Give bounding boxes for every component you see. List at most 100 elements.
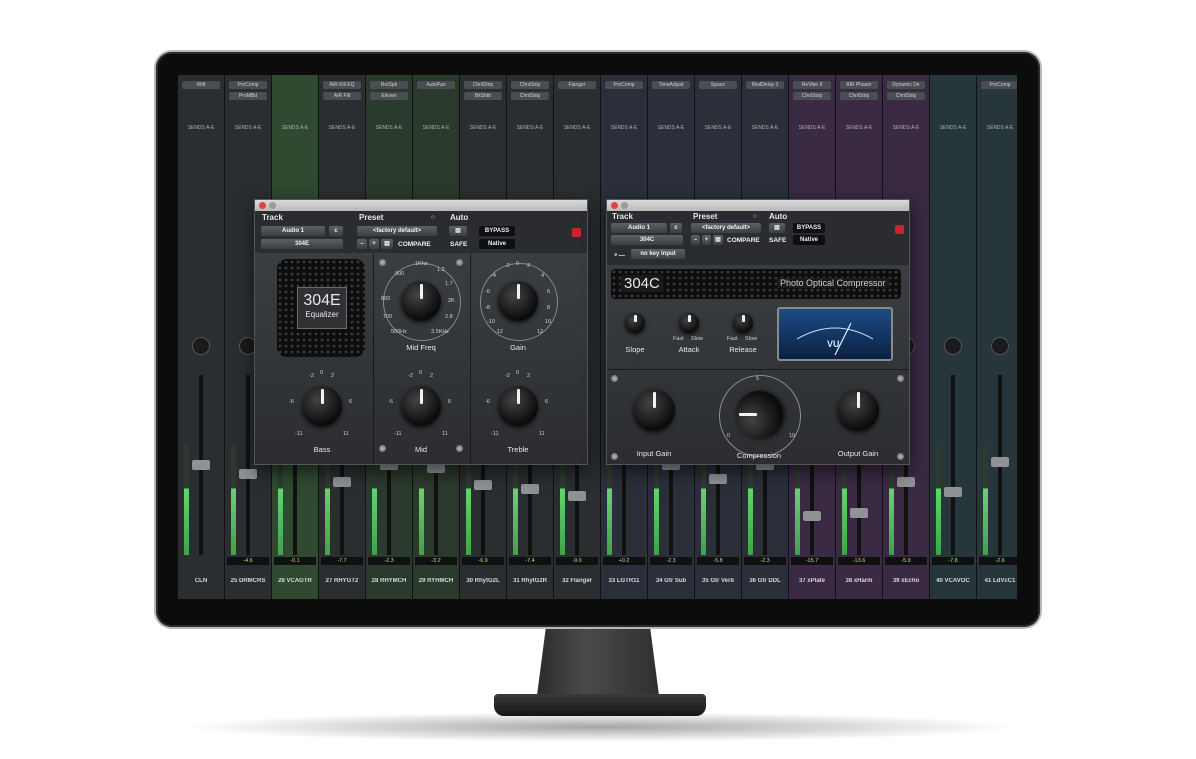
treble-knob[interactable] — [498, 386, 538, 426]
comp-titlebar[interactable] — [607, 200, 909, 211]
preset-plus-button[interactable]: + — [369, 239, 379, 249]
slope-knob[interactable] — [625, 313, 645, 333]
track-selector[interactable]: Audio 1 — [261, 226, 325, 236]
minimize-icon[interactable] — [621, 202, 628, 209]
insert-slot[interactable]: TimeAdjust — [652, 81, 690, 89]
compare-button[interactable]: COMPARE — [727, 237, 760, 244]
track-name[interactable]: 34 Gtr Sub — [649, 578, 693, 584]
preset-minus-button[interactable]: – — [357, 239, 367, 249]
insert-slot[interactable]: BitShttr — [464, 92, 502, 100]
track-name[interactable]: 35 Gtr Verb — [696, 578, 740, 584]
track-name[interactable]: 31 RhytG2R — [508, 578, 552, 584]
track-name[interactable]: 36 Gtr DDL — [743, 578, 787, 584]
insert-slot[interactable]: ProComp — [229, 81, 267, 89]
preset-settings-icon[interactable]: ○ — [753, 213, 757, 220]
bypass-button[interactable]: BYPASS — [793, 223, 825, 233]
track-name[interactable]: CLN — [179, 578, 223, 584]
input-gain-knob[interactable] — [633, 389, 675, 431]
insert-slot[interactable]: Eleven — [370, 92, 408, 100]
insert-slot[interactable]: ChnlStrip — [511, 81, 549, 89]
insert-slot[interactable]: AutoPan — [417, 81, 455, 89]
insert-slot[interactable]: Wdt — [182, 81, 220, 89]
auto-enable-icon[interactable]: ▤ — [769, 223, 785, 233]
insert-slot[interactable]: Dynamic De — [887, 81, 925, 89]
key-input-selector[interactable]: no key input — [631, 249, 685, 259]
safe-button[interactable]: SAFE — [769, 237, 786, 244]
insert-slot[interactable]: ProMBd — [229, 92, 267, 100]
compare-button[interactable]: COMPARE — [398, 241, 431, 248]
record-icon[interactable] — [895, 225, 904, 234]
bypass-button[interactable]: BYPASS — [479, 226, 515, 236]
volume-fader[interactable] — [991, 457, 1009, 467]
preset-copy-icon[interactable]: ▤ — [713, 235, 723, 245]
safe-button[interactable]: SAFE — [450, 241, 467, 248]
compression-knob[interactable] — [735, 391, 783, 439]
volume-fader[interactable] — [897, 477, 915, 487]
track-name[interactable]: 39 xEcho — [884, 578, 928, 584]
track-name[interactable]: 26 VCAGTR — [273, 578, 317, 584]
preset-plus-button[interactable]: + — [702, 235, 711, 245]
insert-slot[interactable]: Flanger — [558, 81, 596, 89]
eq-titlebar[interactable] — [255, 200, 587, 211]
release-knob[interactable] — [733, 313, 753, 333]
close-icon[interactable] — [611, 202, 618, 209]
minimize-icon[interactable] — [269, 202, 276, 209]
track-name[interactable]: 30 RhytG2L — [461, 578, 505, 584]
volume-fader[interactable] — [192, 460, 210, 470]
insert-slot[interactable]: ReVibe II — [793, 81, 831, 89]
midfreq-knob[interactable] — [401, 281, 441, 321]
plugin-selector[interactable]: 304E — [261, 239, 343, 249]
close-icon[interactable] — [259, 202, 266, 209]
volume-fader[interactable] — [850, 508, 868, 518]
insert-slot[interactable]: AIR Filt — [323, 92, 361, 100]
insert-slot[interactable]: AIR Phaser — [840, 81, 878, 89]
volume-fader[interactable] — [709, 474, 727, 484]
track-name[interactable]: 25 DRMCRS — [226, 578, 270, 584]
preset-selector[interactable]: <factory default> — [357, 226, 437, 236]
track-name[interactable]: 40 VCAVOC — [931, 578, 975, 584]
pan-knob[interactable] — [192, 337, 210, 355]
volume-fader[interactable] — [521, 484, 539, 494]
volume-fader[interactable] — [944, 487, 962, 497]
channel-selector[interactable]: c — [329, 226, 343, 236]
insert-slot[interactable]: ModDelay 3 — [746, 81, 784, 89]
volume-fader[interactable] — [474, 480, 492, 490]
pan-knob[interactable] — [991, 337, 1009, 355]
insert-slot[interactable]: ChnlStrip — [887, 92, 925, 100]
insert-slot[interactable]: ChnlStrip — [840, 92, 878, 100]
track-selector[interactable]: Audio 1 — [611, 223, 667, 233]
track-name[interactable]: 29 RYHMCH — [414, 578, 458, 584]
volume-fader[interactable] — [568, 491, 586, 501]
track-name[interactable]: 27 RHYGT2 — [320, 578, 364, 584]
gain-knob[interactable] — [498, 281, 538, 321]
track-name[interactable]: 32 Flanger — [555, 578, 599, 584]
insert-slot[interactable]: RotSpk — [370, 81, 408, 89]
auto-enable-icon[interactable]: ▤ — [449, 226, 467, 236]
pan-knob[interactable] — [944, 337, 962, 355]
insert-slot[interactable]: AIR Kill EQ — [323, 81, 361, 89]
track-name[interactable]: 41 LdVcC1 — [978, 578, 1017, 584]
insert-slot[interactable]: ChnlStrip — [511, 92, 549, 100]
insert-slot[interactable]: ProComp — [605, 81, 643, 89]
track-name[interactable]: 37 xPlate — [790, 578, 834, 584]
output-gain-knob[interactable] — [837, 389, 879, 431]
channel-selector[interactable]: c — [670, 223, 682, 233]
insert-slot[interactable]: ProComp — [981, 81, 1017, 89]
track-name[interactable]: 38 xHarm — [837, 578, 881, 584]
plugin-selector[interactable]: 304C — [611, 235, 683, 245]
volume-fader[interactable] — [333, 477, 351, 487]
preset-copy-icon[interactable]: ▤ — [381, 239, 393, 249]
preset-settings-icon[interactable]: ○ — [431, 214, 435, 221]
insert-slot[interactable]: ChnlStrip — [793, 92, 831, 100]
track-name[interactable]: 33 LGTR11 — [602, 578, 646, 584]
insert-slot[interactable]: Space — [699, 81, 737, 89]
mid-knob[interactable] — [401, 386, 441, 426]
insert-slot[interactable]: ChnlStrip — [464, 81, 502, 89]
volume-fader[interactable] — [803, 511, 821, 521]
volume-fader[interactable] — [239, 469, 257, 479]
bass-knob[interactable] — [302, 386, 342, 426]
preset-selector[interactable]: <factory default> — [691, 223, 761, 233]
preset-minus-button[interactable]: – — [691, 235, 700, 245]
track-name[interactable]: 28 RHYMCH — [367, 578, 411, 584]
attack-knob[interactable] — [679, 313, 699, 333]
